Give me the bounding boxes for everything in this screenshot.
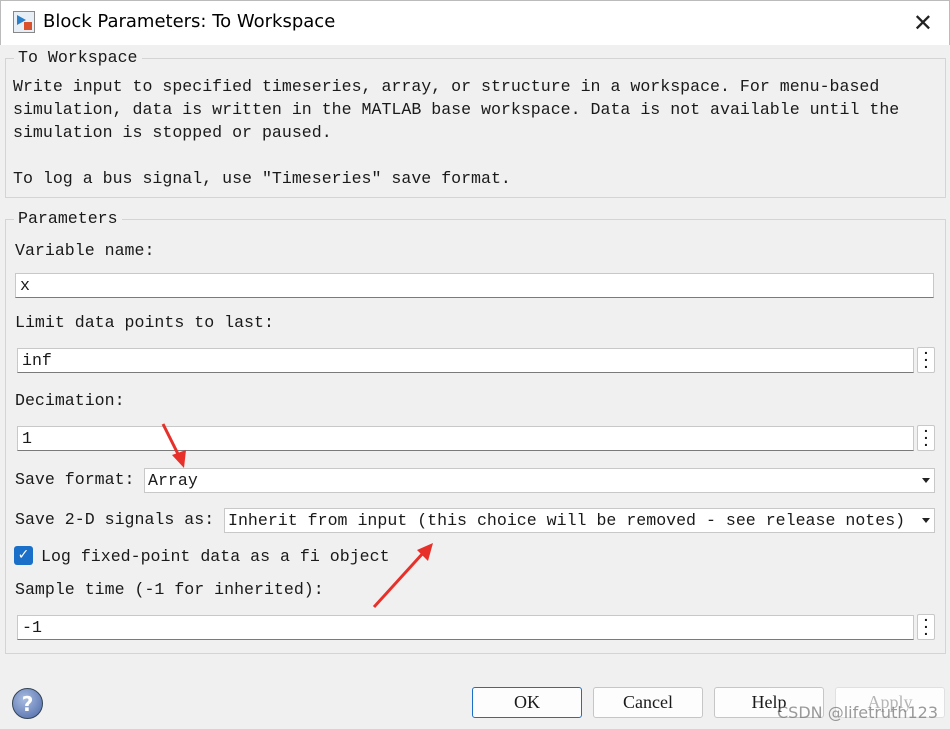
red-arrow — [372, 550, 426, 609]
help-icon[interactable]: ? — [12, 688, 43, 719]
cancel-button[interactable]: Cancel — [593, 687, 703, 718]
ok-button[interactable]: OK — [472, 687, 582, 718]
watermark: CSDN @lifetruth123 — [777, 703, 939, 722]
red-arrow-head — [172, 450, 186, 468]
annotation-arrows — [161, 423, 433, 609]
red-arrow — [161, 423, 182, 459]
